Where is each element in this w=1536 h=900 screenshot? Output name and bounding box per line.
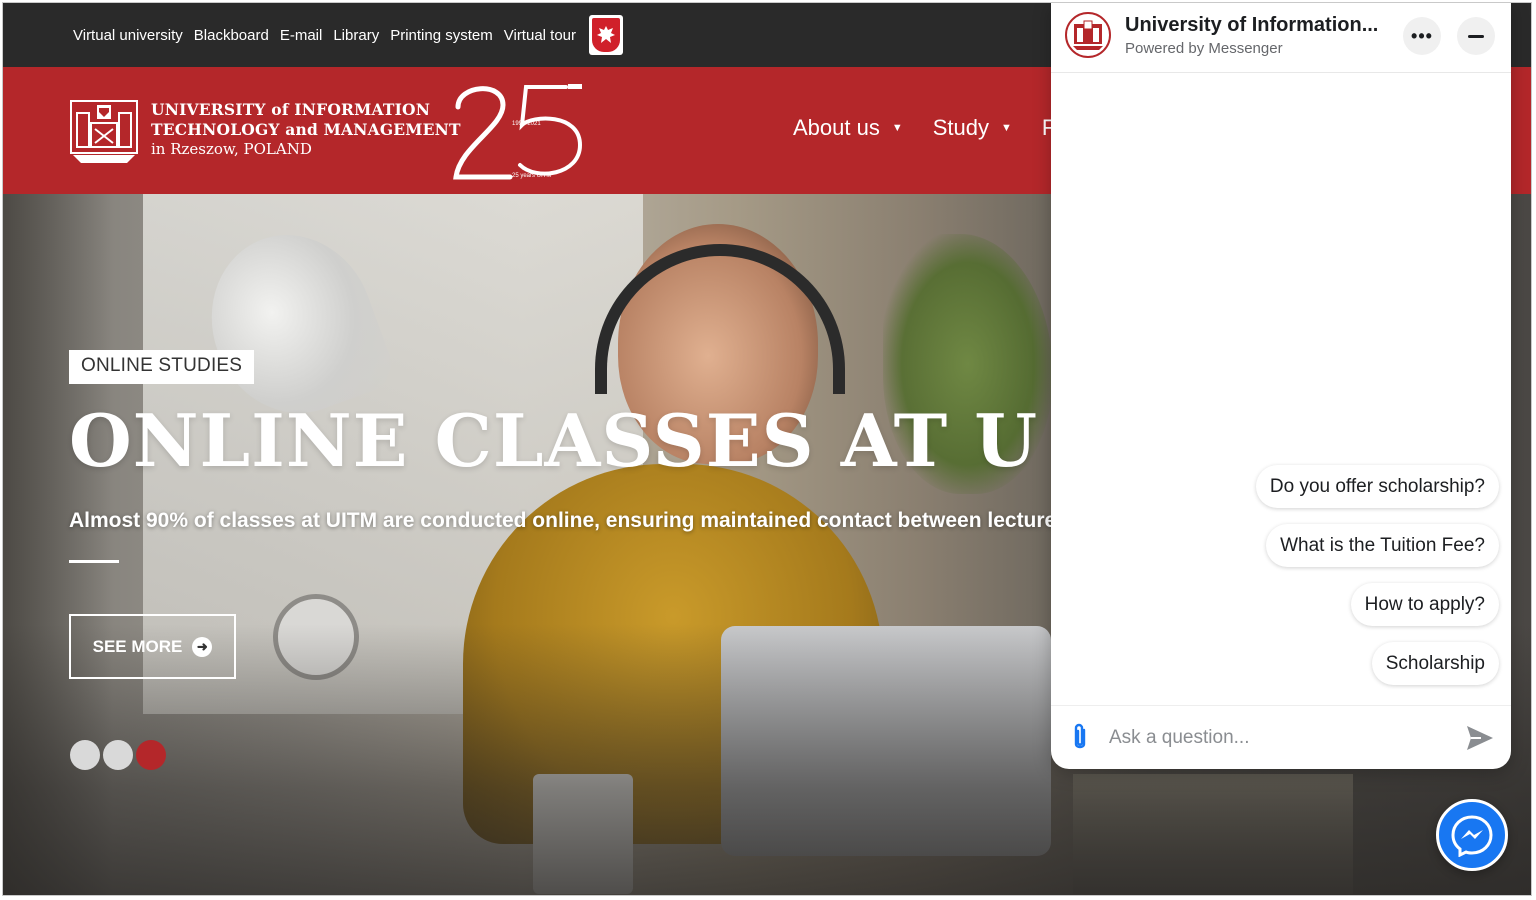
- send-icon[interactable]: [1465, 724, 1495, 752]
- suggestion-tuition-fee[interactable]: What is the Tuition Fee?: [1266, 524, 1499, 567]
- messenger-icon: [1451, 815, 1493, 857]
- slider-dot-1[interactable]: [70, 740, 100, 770]
- nav-study[interactable]: Study ▼: [933, 115, 1012, 141]
- chat-avatar: [1065, 12, 1111, 58]
- suggestion-scholarship[interactable]: Scholarship: [1371, 642, 1499, 685]
- arrow-right-icon: ➜: [192, 636, 213, 657]
- anniversary-years: 1996-2021: [512, 121, 541, 127]
- link-virtual-tour[interactable]: Virtual tour: [504, 27, 576, 44]
- chat-composer: [1051, 705, 1511, 769]
- suggestion-scholarship-offer[interactable]: Do you offer scholarship?: [1255, 465, 1499, 508]
- nav-about-us[interactable]: About us ▼: [793, 115, 903, 141]
- suggestion-how-to-apply[interactable]: How to apply?: [1350, 583, 1499, 626]
- link-printing-system[interactable]: Printing system: [390, 27, 493, 44]
- hero-category-tag: ONLINE STUDIES: [69, 350, 255, 384]
- polish-eagle-icon[interactable]: [589, 15, 624, 55]
- chat-subtitle: Powered by Messenger: [1125, 40, 1283, 57]
- link-blackboard[interactable]: Blackboard: [194, 27, 269, 44]
- link-library[interactable]: Library: [333, 27, 379, 44]
- minimize-icon: [1468, 34, 1484, 38]
- paperclip-icon[interactable]: [1069, 722, 1091, 754]
- university-name[interactable]: UNIVERSITY of INFORMATION TECHNOLOGY and…: [151, 100, 461, 159]
- see-more-label: SEE MORE: [92, 636, 183, 656]
- ask-question-input[interactable]: [1109, 720, 1439, 756]
- university-crest-logo[interactable]: [69, 99, 139, 165]
- chat-header: University of Information... Powered by …: [1051, 3, 1511, 73]
- see-more-button[interactable]: SEE MORE ➜: [69, 614, 236, 679]
- chat-title: University of Information...: [1125, 14, 1379, 36]
- university-name-line3: in Rzeszow, POLAND: [151, 140, 312, 158]
- slider-dot-2[interactable]: [103, 740, 133, 770]
- caret-down-icon: ▼: [891, 122, 903, 134]
- university-name-line2: TECHNOLOGY and MANAGEMENT: [151, 120, 461, 139]
- anniversary-caption: 25 years UITM: [512, 173, 551, 179]
- caret-down-icon: ▼: [1001, 122, 1012, 134]
- messenger-launcher-button[interactable]: [1436, 799, 1508, 871]
- slider-dots: [70, 740, 169, 770]
- hero-divider: [69, 560, 119, 563]
- link-email[interactable]: E-mail: [280, 27, 323, 44]
- hero-description: Almost 90% of classes at UITM are conduc…: [69, 509, 1057, 532]
- nav-about-us-label: About us: [793, 115, 880, 140]
- more-options-icon: •••: [1411, 25, 1433, 46]
- main-nav: About us ▼ Study ▼ F: [793, 115, 1085, 141]
- minimize-chat-button[interactable]: [1457, 17, 1495, 55]
- university-name-line1: UNIVERSITY of INFORMATION: [151, 100, 431, 119]
- anniversary-25-logo: 1996-2021 25 years UITM: [448, 77, 593, 187]
- nav-study-label: Study: [932, 115, 989, 140]
- link-virtual-university[interactable]: Virtual university: [73, 27, 183, 44]
- hero-headline: ONLINE CLASSES AT U: [69, 398, 1039, 483]
- browser-viewport: Virtual university Blackboard E-mail Lib…: [2, 2, 1532, 896]
- slider-dot-3[interactable]: [136, 740, 166, 770]
- messenger-chat-panel: University of Information... Powered by …: [1051, 3, 1511, 769]
- more-options-button[interactable]: •••: [1403, 17, 1441, 55]
